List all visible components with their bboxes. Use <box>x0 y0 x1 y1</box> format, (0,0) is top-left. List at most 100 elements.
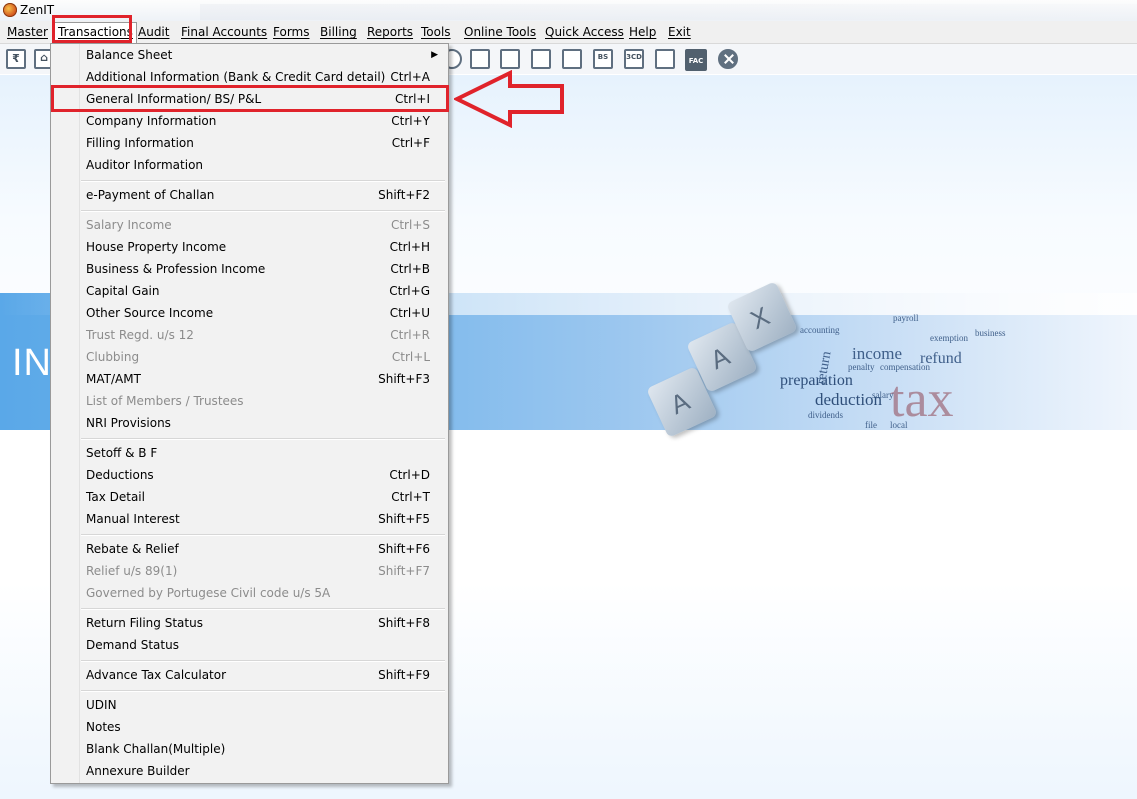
menu-item-shortcut: Ctrl+F <box>391 136 430 150</box>
menu-item-shortcut: Ctrl+R <box>390 328 430 342</box>
menu-item-tax-detail[interactable]: Tax Detail Ctrl+T <box>52 486 448 508</box>
menu-item-shortcut: Ctrl+Y <box>391 114 430 128</box>
banner-word: income <box>852 344 903 363</box>
menu-item-udin[interactable]: UDIN <box>52 694 448 716</box>
3cd-icon[interactable]: 3CD <box>624 49 644 69</box>
calendar-icon[interactable] <box>531 49 551 69</box>
highlight-box-transactions <box>52 15 132 43</box>
menu-item-label: Trust Regd. u/s 12 <box>86 328 194 342</box>
menu-reports[interactable]: Reports <box>367 24 413 40</box>
menu-master[interactable]: Master <box>7 24 48 40</box>
menu-item-portugese-civil-code[interactable]: Governed by Portugese Civil code u/s 5A <box>52 582 448 604</box>
menu-item-label: Business & Profession Income <box>86 262 266 276</box>
menu-item-business-profession-income[interactable]: Business & Profession Income Ctrl+B <box>52 258 448 280</box>
menu-item-demand-status[interactable]: Demand Status <box>52 634 448 656</box>
menu-item-clubbing[interactable]: Clubbing Ctrl+L <box>52 346 448 368</box>
menu-item-label: List of Members / Trustees <box>86 394 244 408</box>
submenu-arrow-icon: ▶ <box>431 50 438 60</box>
fac-icon[interactable]: FAC <box>685 49 707 71</box>
menu-item-capital-gain[interactable]: Capital Gain Ctrl+G <box>52 280 448 302</box>
menu-item-label: Notes <box>86 720 121 734</box>
menu-item-mat-amt[interactable]: MAT/AMT Shift+F3 <box>52 368 448 390</box>
menu-separator <box>81 438 445 440</box>
menu-item-relief-89[interactable]: Relief u/s 89(1) Shift+F7 <box>52 560 448 582</box>
menu-item-balance-sheet[interactable]: Balance Sheet ▶ <box>52 44 448 66</box>
menu-item-notes[interactable]: Notes <box>52 716 448 738</box>
menu-item-label: Governed by Portugese Civil code u/s 5A <box>86 586 331 600</box>
menu-item-trust-regd[interactable]: Trust Regd. u/s 12 Ctrl+R <box>52 324 448 346</box>
menu-item-label: Relief u/s 89(1) <box>86 564 178 578</box>
menu-item-label: e-Payment of Challan <box>86 188 215 202</box>
menu-separator <box>81 210 445 212</box>
menu-exit[interactable]: Exit <box>668 24 691 40</box>
menu-item-rebate-relief[interactable]: Rebate & Relief Shift+F6 <box>52 538 448 560</box>
menu-bar: Master Transactions Audit Final Accounts… <box>0 21 1137 44</box>
calculator-icon[interactable] <box>470 49 490 69</box>
close-icon[interactable] <box>718 49 738 69</box>
menu-item-label: Filling Information <box>86 136 194 150</box>
banner-word: exemption <box>930 333 968 343</box>
menu-item-house-property-income[interactable]: House Property Income Ctrl+H <box>52 236 448 258</box>
menu-billing[interactable]: Billing <box>320 24 357 40</box>
menu-item-annexure-builder[interactable]: Annexure Builder <box>52 760 448 782</box>
menu-item-shortcut: Ctrl+H <box>389 240 430 254</box>
menu-item-label: Balance Sheet <box>86 48 173 62</box>
menu-item-label: Salary Income <box>86 218 172 232</box>
banner-word: local <box>890 420 908 430</box>
banner-word: penalty <box>848 362 875 372</box>
menu-item-salary-income[interactable]: Salary Income Ctrl+S <box>52 214 448 236</box>
folder-add-icon[interactable] <box>562 49 582 69</box>
menu-item-advance-tax-calculator[interactable]: Advance Tax Calculator Shift+F9 <box>52 664 448 686</box>
menu-item-return-filing-status[interactable]: Return Filing Status Shift+F8 <box>52 612 448 634</box>
menu-item-label: Advance Tax Calculator <box>86 668 227 682</box>
menu-item-shortcut: Ctrl+L <box>391 350 430 364</box>
menu-item-shortcut: Ctrl+D <box>389 468 430 482</box>
menu-item-nri-provisions[interactable]: NRI Provisions <box>52 412 448 434</box>
menu-item-company-information[interactable]: Company Information Ctrl+Y <box>52 110 448 132</box>
menu-item-shortcut: Ctrl+S <box>390 218 430 232</box>
menu-item-blank-challan[interactable]: Blank Challan(Multiple) <box>52 738 448 760</box>
banner-word: file <box>865 420 877 430</box>
menu-item-deductions[interactable]: Deductions Ctrl+D <box>52 464 448 486</box>
rupee-icon[interactable]: ₹ <box>6 49 26 69</box>
menu-item-label: Clubbing <box>86 350 140 364</box>
menu-audit[interactable]: Audit <box>138 24 169 40</box>
menu-item-filling-information[interactable]: Filling Information Ctrl+F <box>52 132 448 154</box>
menu-item-label: Demand Status <box>86 638 179 652</box>
menu-separator <box>81 608 445 610</box>
menu-item-label: NRI Provisions <box>86 416 171 430</box>
menu-online-tools[interactable]: Online Tools <box>464 24 536 40</box>
title-bar: ZenIT <box>0 0 1137 22</box>
menu-forms[interactable]: Forms <box>273 24 309 40</box>
menu-item-label: Blank Challan(Multiple) <box>86 742 226 756</box>
menu-separator <box>81 180 445 182</box>
menu-final-accounts[interactable]: Final Accounts <box>181 24 267 40</box>
menu-item-label: Capital Gain <box>86 284 160 298</box>
menu-separator <box>81 690 445 692</box>
menu-item-e-payment-of-challan[interactable]: e-Payment of Challan Shift+F2 <box>52 184 448 206</box>
menu-item-manual-interest[interactable]: Manual Interest Shift+F5 <box>52 508 448 530</box>
banner-word: salary <box>872 390 894 400</box>
banner-word: payroll <box>893 313 919 323</box>
menu-item-auditor-information[interactable]: Auditor Information <box>52 154 448 176</box>
menu-item-list-of-members[interactable]: List of Members / Trustees <box>52 390 448 412</box>
menu-tools[interactable]: Tools <box>421 24 451 40</box>
menu-item-shortcut: Ctrl+G <box>389 284 430 298</box>
bs-icon[interactable]: BS <box>593 49 613 69</box>
menu-item-label: Return Filing Status <box>86 616 203 630</box>
background-browser-tabs <box>200 4 1137 20</box>
menu-item-shortcut: Shift+F8 <box>378 616 430 630</box>
red-arrow-annotation <box>454 70 564 128</box>
user-card-icon[interactable] <box>500 49 520 69</box>
menu-item-setoff-bf[interactable]: Setoff & B F <box>52 442 448 464</box>
menu-help[interactable]: Help <box>629 24 656 40</box>
transactions-dropdown-menu: Balance Sheet ▶ Additional Information (… <box>50 43 449 784</box>
banner-word: compensation <box>880 362 930 372</box>
menu-item-shortcut: Ctrl+U <box>389 306 430 320</box>
report-icon[interactable] <box>655 49 675 69</box>
menu-item-other-source-income[interactable]: Other Source Income Ctrl+U <box>52 302 448 324</box>
menu-quick-access[interactable]: Quick Access <box>545 24 624 40</box>
menu-item-label: MAT/AMT <box>86 372 141 386</box>
menu-item-label: Annexure Builder <box>86 764 190 778</box>
menu-item-shortcut: Shift+F2 <box>378 188 430 202</box>
